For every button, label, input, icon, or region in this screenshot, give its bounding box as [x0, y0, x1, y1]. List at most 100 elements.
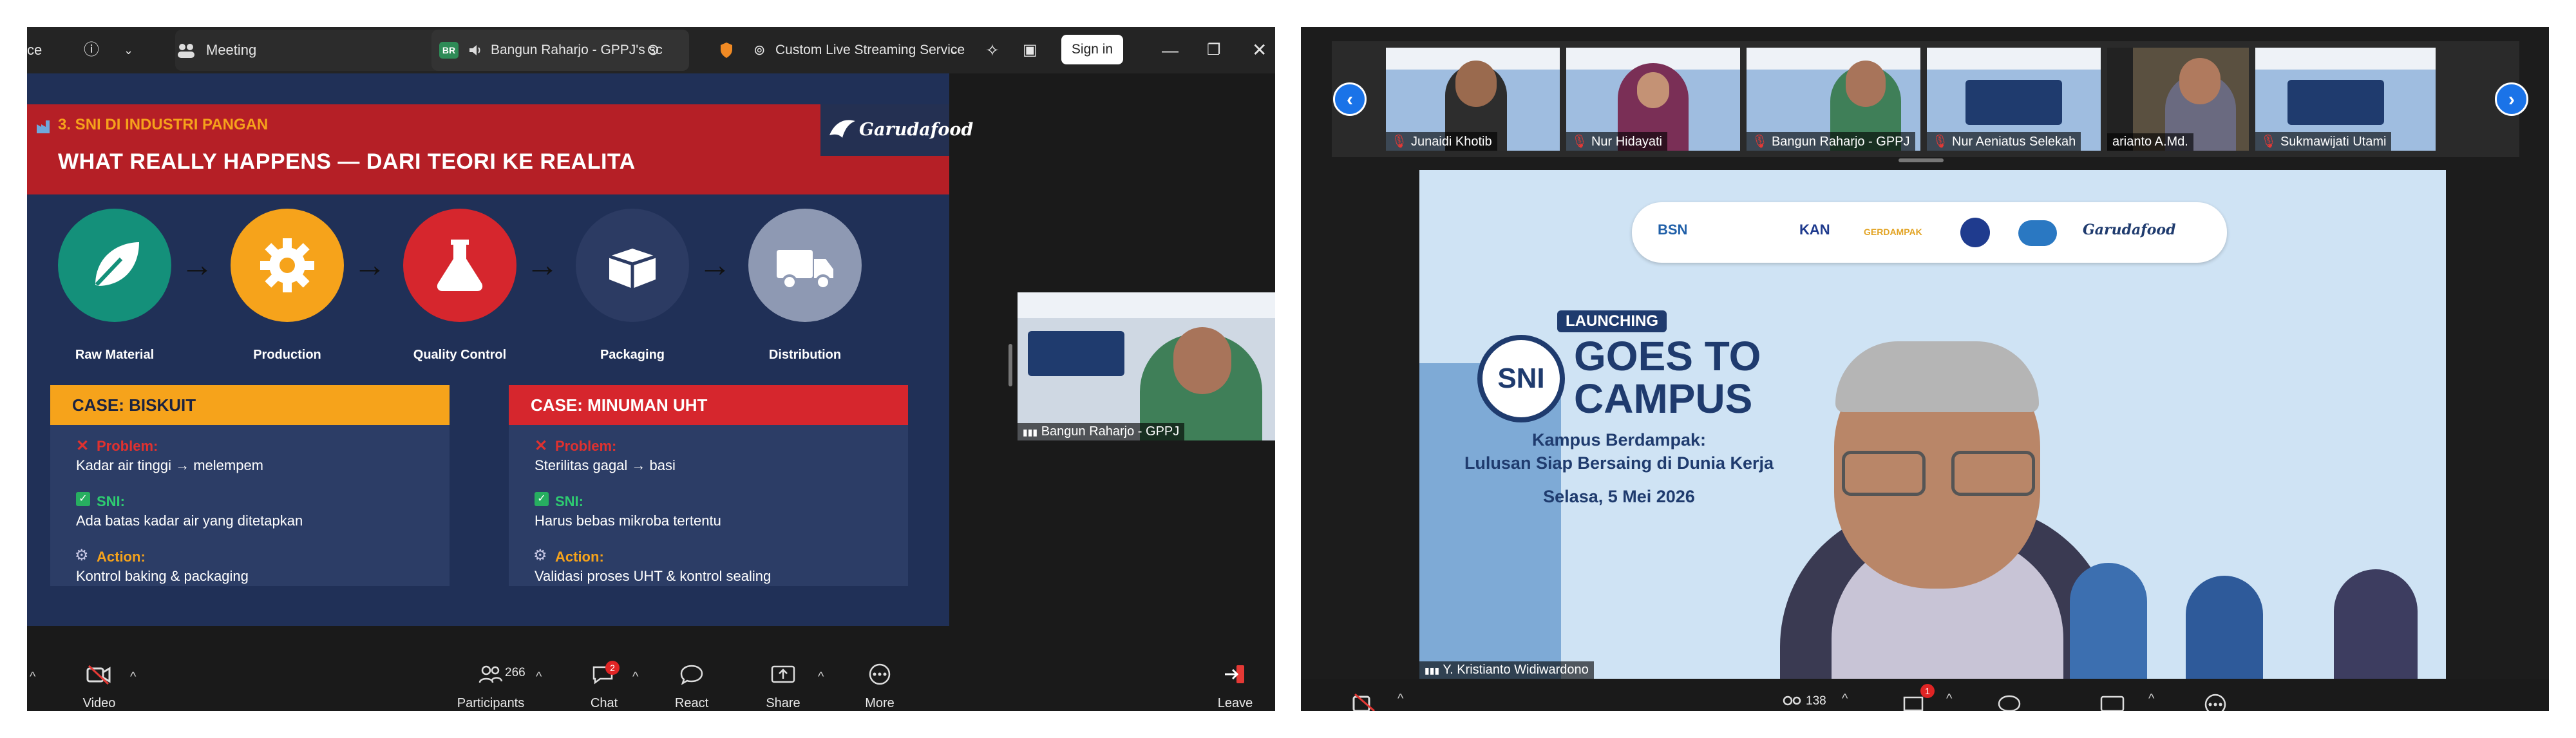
illustration-figure	[2186, 576, 2263, 679]
case-card-biskuit: CASE: BISKUIT ✕ Problem: Kadar air tingg…	[50, 385, 450, 586]
strip-resize-handle[interactable]	[1899, 158, 1944, 162]
factory-icon	[37, 120, 50, 133]
participant-tile[interactable]: 🎙 Nur Aeniatus Selekah	[1927, 48, 2101, 151]
shared-slide: 3. SNI DI INDUSTRI PANGAN WHAT REALLY HA…	[27, 73, 973, 626]
people-icon	[178, 44, 194, 58]
caret-up-icon[interactable]: ^	[1842, 692, 1848, 706]
case-title: CASE: MINUMAN UHT	[509, 385, 908, 425]
speaker-name: Y. Kristianto Widiwardono	[1443, 663, 1589, 677]
step-quality-control	[403, 209, 516, 322]
more-button[interactable]: More	[865, 661, 895, 711]
garudafood-logo: Garudafood	[2083, 222, 2176, 238]
mic-muted-icon: 🎙	[1571, 135, 1588, 149]
participants-button[interactable]: Participants	[457, 661, 524, 711]
sni-text: Harus bebas mikroba tertentu	[535, 513, 721, 529]
step-label: Raw Material	[75, 348, 155, 362]
mic-muted-icon: 🎙	[1752, 135, 1768, 149]
participant-tile[interactable]: arianto A.Md.	[2107, 48, 2249, 151]
sni-label: SNI:	[97, 493, 125, 509]
meeting-toolbar: ^ Video ^ Participants 266 ^ 2 Chat ^ Re…	[27, 661, 1275, 711]
live-stream-icon: ⊚	[753, 42, 766, 58]
step-label: Packaging	[600, 348, 665, 362]
restore-icon[interactable]: ❐	[1207, 27, 1221, 73]
flask-icon	[437, 240, 483, 291]
kan-logo: KAN	[1799, 222, 1830, 238]
self-name-tag: ▮▮▮ Bangun Raharjo - GPPJ	[1018, 423, 1185, 440]
participant-tile[interactable]: 🎙 Sukmawijati Utami	[2255, 48, 2436, 151]
sponsor-logo-bar: BSN KAN GERDAMPAK Garudafood	[1632, 202, 2227, 263]
more-icon	[869, 663, 891, 685]
arrow-icon: →	[353, 247, 386, 284]
leave-icon	[1225, 665, 1244, 683]
caret-up-icon[interactable]: ^	[536, 670, 542, 685]
share-screen-icon[interactable]	[2099, 694, 2125, 711]
problem-label: Problem:	[97, 438, 158, 454]
chevron-down-icon[interactable]: ⌄	[949, 27, 959, 73]
react-icon	[680, 665, 703, 685]
caret-up-icon[interactable]: ^	[632, 670, 638, 685]
arrow-icon: →	[526, 247, 559, 284]
more-icon[interactable]	[2202, 693, 2228, 711]
chat-badge: 2	[605, 661, 620, 675]
caret-up-icon[interactable]: ^	[130, 670, 136, 685]
illustration-figure	[2070, 563, 2147, 679]
active-speaker-video[interactable]: BSN KAN GERDAMPAK Garudafood LAUNCHING S…	[1419, 170, 2446, 679]
leaf-icon	[95, 242, 139, 287]
next-page-button[interactable]: ›	[2495, 82, 2528, 116]
minimize-icon[interactable]: —	[1162, 27, 1179, 73]
meeting-label[interactable]: Meeting	[206, 27, 256, 73]
close-icon[interactable]: ✕	[1252, 27, 1267, 73]
gear-icon: ⚙	[533, 547, 547, 564]
sign-in-button[interactable]: Sign in	[1061, 35, 1123, 64]
panel-icon[interactable]: ▣	[1023, 27, 1037, 73]
share-screen-icon	[771, 665, 795, 683]
action-text: Validasi proses UHT & kontrol sealing	[535, 568, 772, 584]
case-card-minuman-uht: CASE: MINUMAN UHT ✕ Problem: Sterilitas …	[509, 385, 908, 586]
bird-logo-icon	[829, 120, 855, 138]
step-production	[231, 209, 344, 322]
campus-logo-graphic	[1028, 331, 1124, 376]
participant-name-tag: 🎙 Nur Hidayati	[1566, 132, 1667, 151]
globe-logo-icon	[2018, 220, 2057, 246]
self-name: Bangun Raharjo - GPPJ	[1041, 424, 1180, 439]
participant-tile[interactable]: 🎙 Bangun Raharjo - GPPJ	[1747, 48, 1920, 151]
video-button[interactable]: Video	[83, 661, 115, 711]
participant-face	[1173, 327, 1231, 394]
more-options-icon[interactable]: ⊙	[647, 27, 659, 73]
participants-icon	[478, 665, 503, 683]
caret-up-icon[interactable]: ^	[818, 670, 824, 685]
info-icon[interactable]: ⓘ	[84, 27, 99, 73]
chat-button[interactable]: 2 Chat	[591, 661, 620, 711]
sparkle-icon[interactable]: ✧	[985, 27, 999, 73]
check-icon: ✓	[535, 492, 549, 506]
right-zoom-window: ‹ › 🎙 Junaidi Khotib 🎙 Nur Hidayati 🎙 Ba…	[1301, 27, 2549, 711]
caret-up-icon[interactable]: ^	[30, 670, 35, 685]
resize-handle[interactable]	[1009, 344, 1012, 386]
problem-text: Sterilitas gagal → basi	[535, 457, 676, 473]
shared-tab-label[interactable]: Bangun Raharjo - GPPJ's sc	[491, 27, 663, 73]
participants-count: 138	[1806, 694, 1826, 708]
participant-tile[interactable]: 🎙 Nur Hidayati	[1566, 48, 1740, 151]
leave-button[interactable]: Leave	[1218, 661, 1253, 711]
title-fragment: ce	[27, 42, 43, 58]
share-button[interactable]: Share	[766, 661, 800, 711]
participant-tile[interactable]: 🎙 Junaidi Khotib	[1386, 48, 1560, 151]
chat-icon[interactable]	[1902, 694, 1926, 711]
sni-text: Ada batas kadar air yang ditetapkan	[76, 513, 303, 529]
participants-count: 266	[505, 666, 526, 679]
caret-up-icon[interactable]: ^	[2148, 692, 2154, 706]
participant-name-tag: 🎙 Sukmawijati Utami	[2255, 132, 2392, 151]
previous-page-button[interactable]: ‹	[1333, 82, 1367, 116]
caret-up-icon[interactable]: ^	[1397, 692, 1403, 706]
video-off-icon[interactable]	[1352, 692, 1381, 711]
react-button[interactable]: React	[675, 661, 708, 711]
chevron-down-icon[interactable]: ⌄	[124, 27, 133, 73]
self-video-preview[interactable]: ▮▮▮ Bangun Raharjo - GPPJ	[1018, 292, 1275, 440]
react-icon[interactable]	[1996, 694, 2022, 711]
caret-up-icon[interactable]: ^	[1946, 692, 1952, 706]
live-streaming-label[interactable]: Custom Live Streaming Service	[775, 27, 965, 73]
meeting-toolbar: ^ 138 ^ 1 ^ ^	[1301, 679, 2549, 711]
participants-icon[interactable]	[1780, 694, 1803, 711]
mic-muted-icon: 🎙	[2260, 135, 2277, 149]
box-icon	[609, 249, 656, 289]
